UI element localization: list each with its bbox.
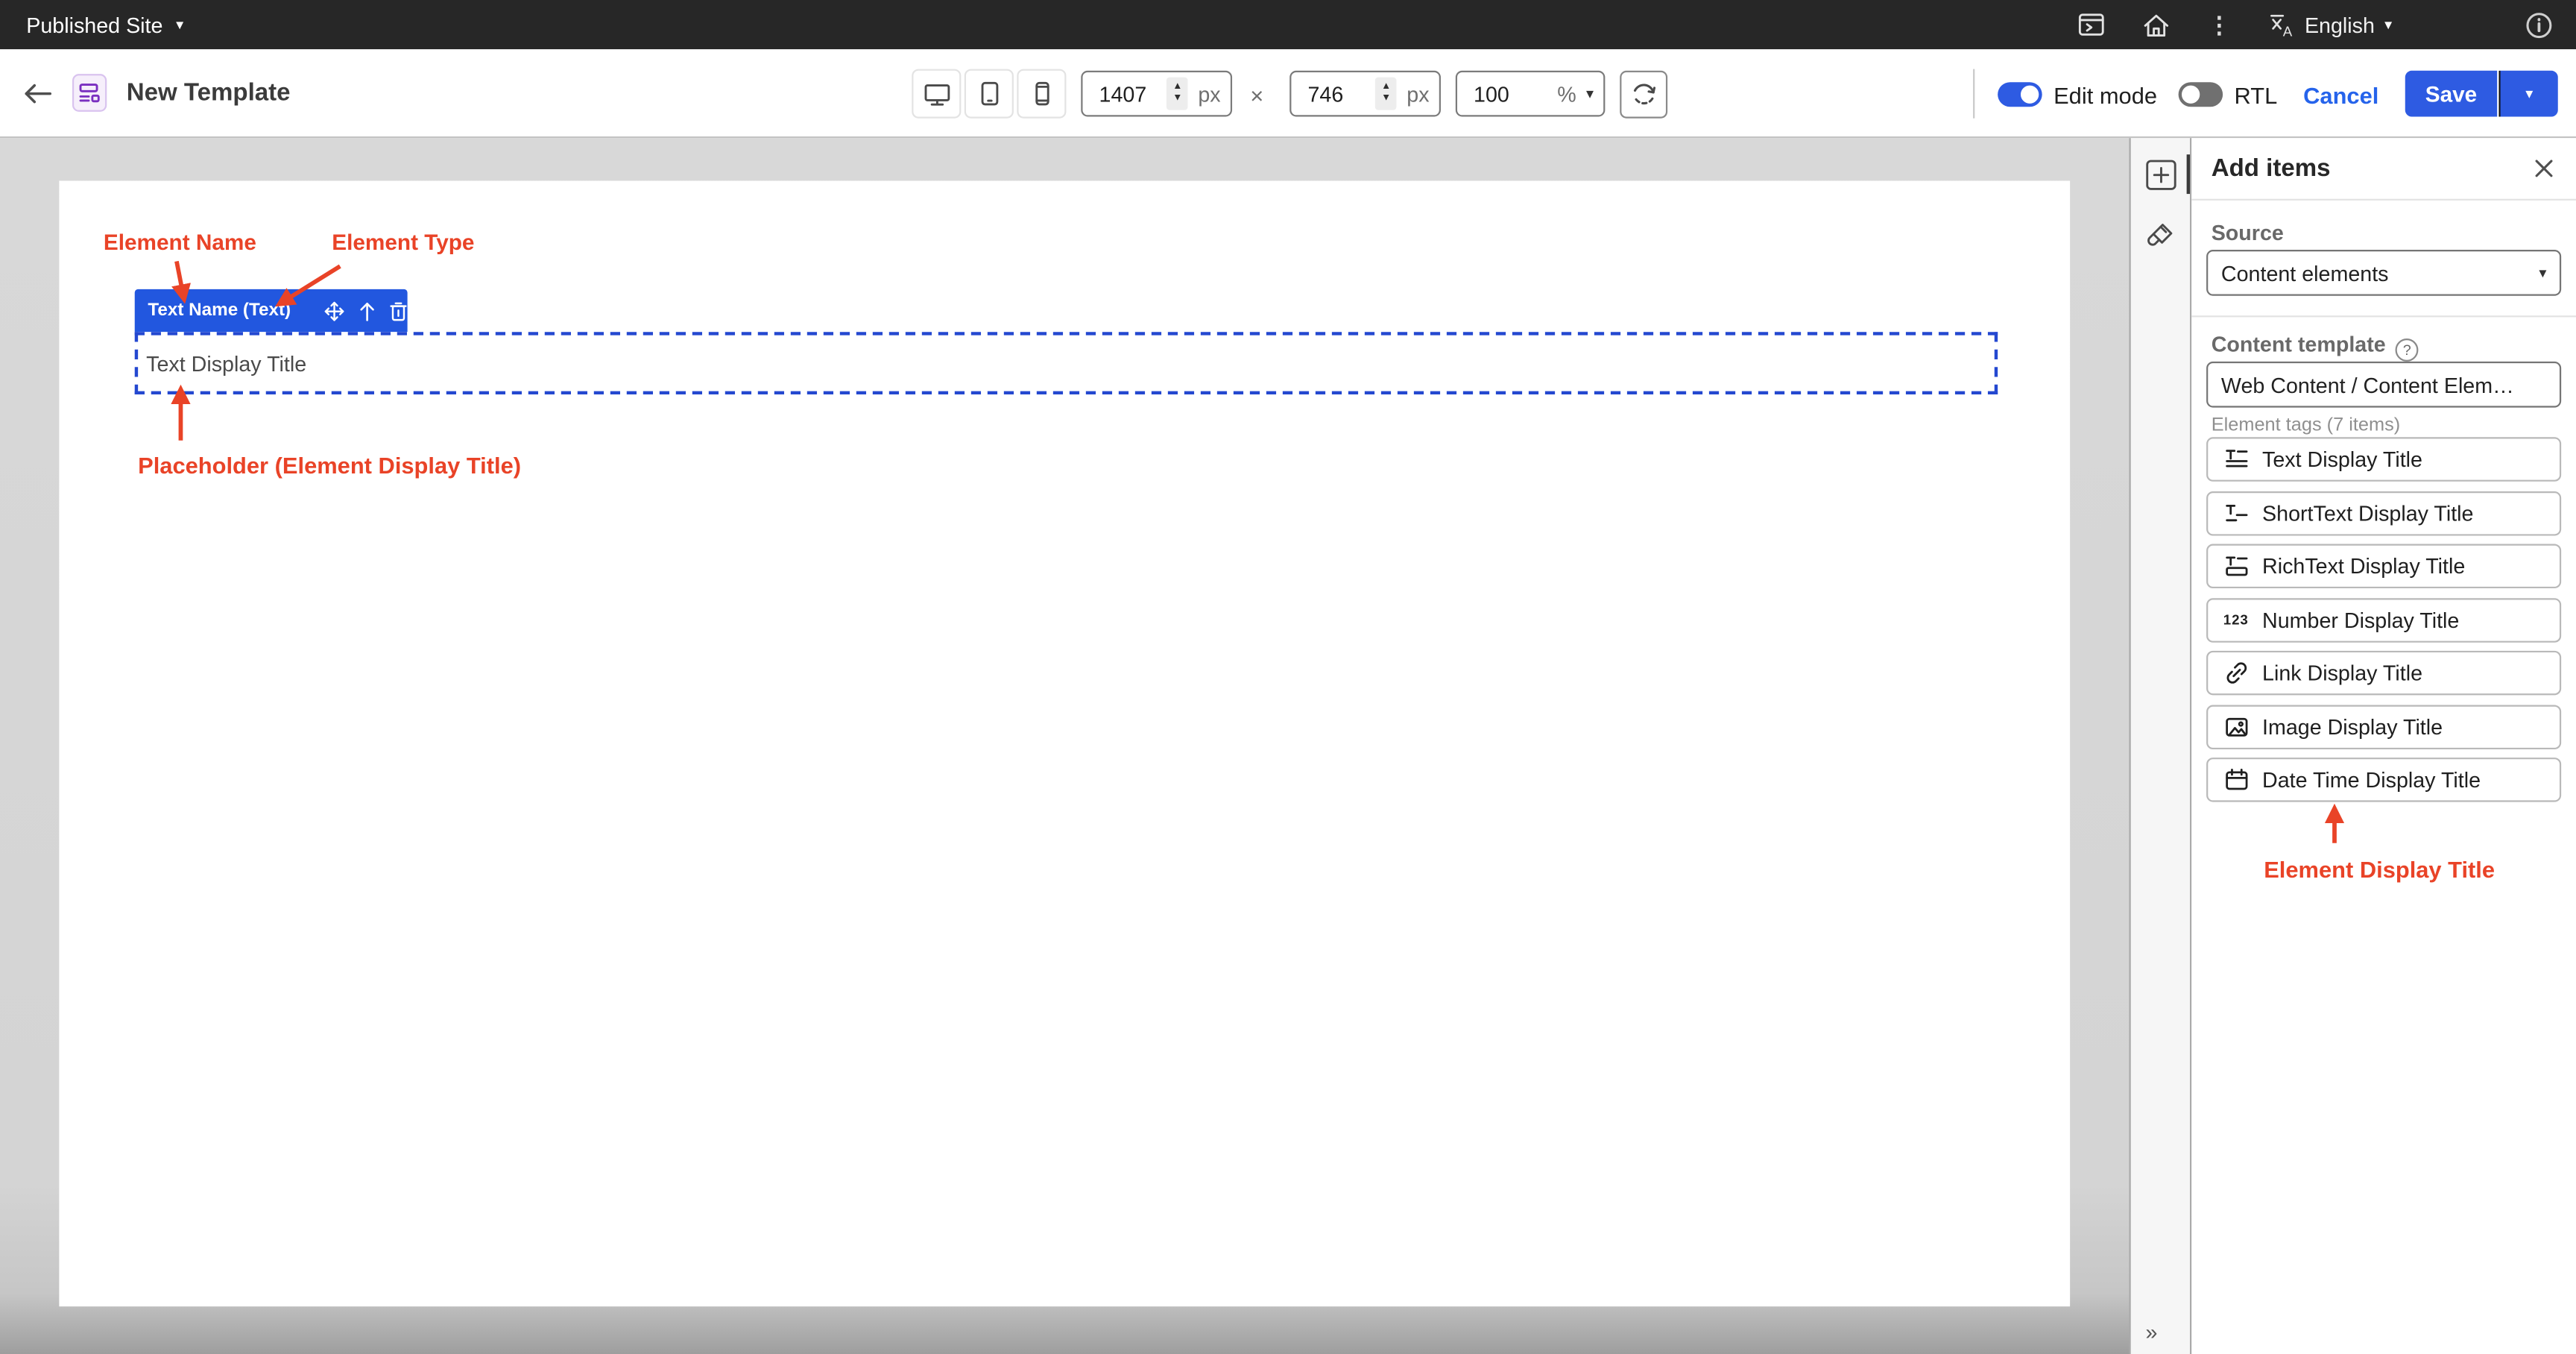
collapse-panel-button[interactable]: »	[2146, 1320, 2158, 1344]
element-tag-datetime[interactable]: Date Time Display Title	[2206, 758, 2561, 802]
image-icon	[2223, 714, 2249, 739]
language-label: English	[2305, 13, 2375, 37]
rtl-label: RTL	[2235, 82, 2278, 108]
stepper-up-icon: ▲	[1381, 82, 1391, 93]
add-items-panel: Add items Source Content elements ▾ Cont…	[2191, 138, 2576, 1354]
tablet-view-button[interactable]	[965, 69, 1014, 119]
dimension-separator: ×	[1250, 82, 1263, 108]
annotation-element-name: Element Name	[104, 230, 256, 255]
text-element-dropzone[interactable]: Text Display Title	[135, 332, 1998, 394]
width-input[interactable]: 1407 ▲ ▼ px	[1081, 71, 1232, 117]
close-icon[interactable]	[2535, 160, 2553, 177]
zoom-value: 100	[1474, 81, 1547, 106]
site-selector-dropdown[interactable]: Published Site ▾	[26, 13, 183, 37]
width-value: 1407	[1099, 81, 1167, 106]
panel-title: Add items	[2212, 154, 2331, 182]
element-tag-richtext[interactable]: RichText Display Title	[2206, 544, 2561, 589]
zoom-select[interactable]: 100 % ▾	[1456, 71, 1606, 117]
content-template-value: Web Content / Content Elem…	[2221, 372, 2546, 397]
chevron-down-icon: ▾	[2525, 85, 2533, 103]
height-unit: px	[1407, 81, 1429, 106]
content-template-label: Content template?	[2212, 332, 2419, 362]
help-icon[interactable]: ?	[2396, 338, 2419, 362]
delete-icon[interactable]	[389, 300, 407, 321]
stepper-down-icon: ▼	[1381, 94, 1391, 105]
source-select[interactable]: Content elements ▾	[2206, 250, 2561, 296]
text-icon	[2223, 447, 2249, 472]
rtl-toggle[interactable]	[2179, 82, 2223, 107]
element-tag-link[interactable]: Link Display Title	[2206, 651, 2561, 696]
site-selector-label: Published Site	[26, 13, 162, 37]
selected-element-header[interactable]: Text Name (Text)	[135, 289, 408, 332]
page-title: New Template	[127, 79, 291, 107]
element-tags-label: Element tags (7 items)	[2212, 416, 2401, 435]
top-bar: Published Site ▾ ⋮ A English ▾	[0, 0, 2576, 49]
content-template-input[interactable]: Web Content / Content Elem…	[2206, 362, 2561, 408]
element-header-label: Text Name (Text)	[148, 300, 291, 320]
element-tag-text[interactable]: Text Display Title	[2206, 437, 2561, 482]
toolbar-divider	[1973, 69, 1974, 119]
width-stepper[interactable]: ▲ ▼	[1167, 78, 1188, 110]
translate-icon: A	[2268, 13, 2294, 37]
active-panel-indicator	[2186, 154, 2191, 194]
save-button[interactable]: Save	[2405, 71, 2497, 117]
height-input[interactable]: 746 ▲ ▼ px	[1289, 71, 1441, 117]
chevron-down-icon: ▾	[2384, 17, 2392, 32]
home-icon[interactable]	[2142, 13, 2170, 37]
shorttext-icon	[2223, 500, 2249, 525]
chevron-down-icon: ▾	[176, 17, 183, 32]
cancel-button[interactable]: Cancel	[2303, 82, 2378, 108]
styles-rail-button[interactable]	[2144, 220, 2176, 253]
element-tag-shorttext[interactable]: ShortText Display Title	[2206, 491, 2561, 535]
chevron-down-icon: ▾	[1586, 85, 1594, 103]
template-editor-window: Published Site ▾ ⋮ A English ▾	[0, 0, 2576, 1354]
toggle-knob	[2019, 84, 2041, 105]
edit-mode-toggle[interactable]	[1998, 82, 2042, 107]
datetime-icon	[2223, 767, 2249, 792]
annotation-placeholder: Placeholder (Element Display Title)	[138, 452, 521, 478]
zoom-unit: %	[1557, 81, 1576, 106]
move-up-icon[interactable]	[359, 300, 376, 321]
element-tag-image[interactable]: Image Display Title	[2206, 704, 2561, 749]
height-value: 746	[1307, 81, 1375, 106]
toggle-knob	[2180, 84, 2202, 105]
stepper-up-icon: ▲	[1172, 82, 1182, 93]
element-placeholder-text: Text Display Title	[146, 352, 306, 377]
mobile-view-button[interactable]	[1017, 69, 1066, 119]
link-icon	[2223, 661, 2249, 685]
source-value: Content elements	[2221, 260, 2529, 285]
panel-rail: »	[2129, 138, 2191, 1354]
template-type-icon	[72, 74, 107, 112]
annotation-element-type: Element Type	[332, 230, 474, 255]
annotation-element-display-title: Element Display Title	[2264, 856, 2495, 882]
chevron-down-icon: ▾	[2539, 264, 2546, 282]
move-icon[interactable]	[323, 300, 345, 321]
edit-mode-label: Edit mode	[2053, 82, 2157, 108]
svg-text:A: A	[2282, 22, 2292, 37]
applications-menu-icon[interactable]	[2078, 13, 2104, 37]
panel-divider	[2191, 315, 2576, 317]
width-unit: px	[1198, 81, 1220, 106]
kebab-menu-icon[interactable]: ⋮	[2208, 10, 2231, 38]
richtext-icon	[2223, 554, 2249, 579]
add-items-rail-button[interactable]	[2144, 158, 2176, 191]
element-tag-number[interactable]: 123 Number Display Title	[2206, 597, 2561, 642]
stepper-down-icon: ▼	[1172, 94, 1182, 105]
source-label: Source	[2212, 220, 2284, 245]
editor-toolbar: New Template 1407 ▲ ▼ px × 746 ▲ ▼	[0, 49, 2576, 138]
desktop-view-button[interactable]	[912, 69, 961, 119]
top-bar-actions: ⋮ A English ▾	[2078, 10, 2553, 38]
number-icon: 123	[2223, 611, 2249, 628]
language-selector[interactable]: A English ▾	[2268, 13, 2392, 37]
template-page[interactable]: Text Name (Text) Text Display Title Elem…	[59, 180, 2070, 1306]
reset-size-button[interactable]	[1620, 71, 1667, 119]
height-stepper[interactable]: ▲ ▼	[1375, 78, 1397, 110]
info-icon[interactable]	[2525, 10, 2553, 38]
back-button[interactable]	[23, 81, 53, 104]
save-dropdown-button[interactable]: ▾	[2498, 71, 2557, 117]
